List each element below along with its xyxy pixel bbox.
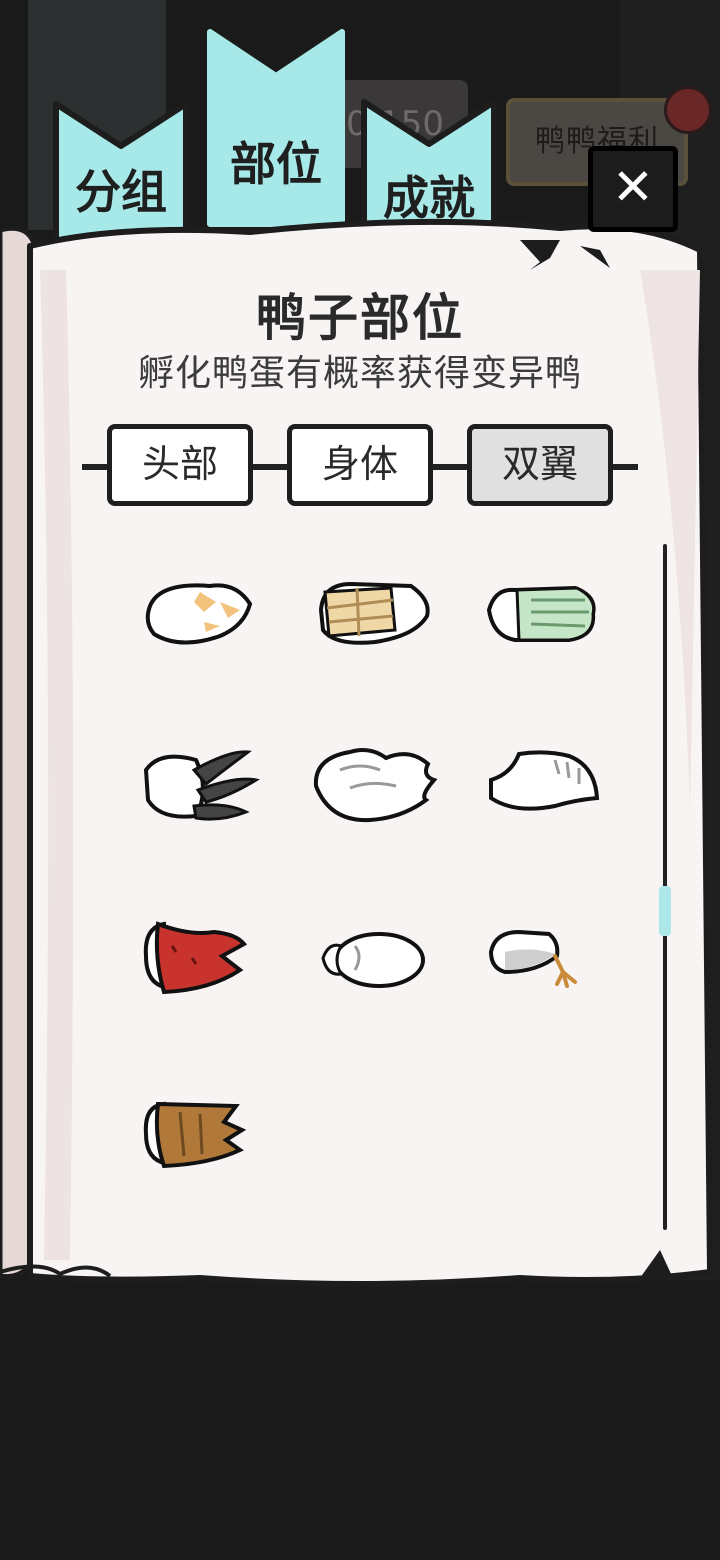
black-claw-wing-icon[interactable] (140, 740, 261, 830)
egg-wing-icon[interactable] (315, 912, 435, 1002)
segment-wings[interactable]: 双翼 (467, 424, 613, 506)
close-button[interactable]: ✕ (588, 146, 678, 232)
scrollbar-thumb[interactable] (659, 886, 671, 936)
orange-spot-wing-icon[interactable] (140, 570, 260, 660)
segment-head[interactable]: 头部 (107, 424, 253, 506)
segment-body[interactable]: 身体 (287, 424, 433, 506)
page-subtitle: 孵化鸭蛋有概率获得变异鸭 (137, 353, 582, 394)
feathered-white-wing-icon[interactable] (310, 740, 438, 830)
slim-white-wing-icon[interactable] (485, 740, 605, 830)
bandaged-wing-icon[interactable] (315, 570, 435, 660)
tab-parts-label: 部位 (230, 137, 322, 191)
tab-parts[interactable]: 部位 (206, 28, 346, 228)
notification-dot (664, 86, 712, 134)
page-title: 鸭子部位 (256, 289, 464, 347)
green-glove-wing-icon[interactable] (485, 570, 605, 660)
red-sleeve-wing-icon[interactable] (140, 912, 260, 1002)
grey-bird-claw-wing-icon[interactable] (485, 912, 605, 1002)
brown-sleeve-wing-icon[interactable] (140, 1090, 260, 1180)
